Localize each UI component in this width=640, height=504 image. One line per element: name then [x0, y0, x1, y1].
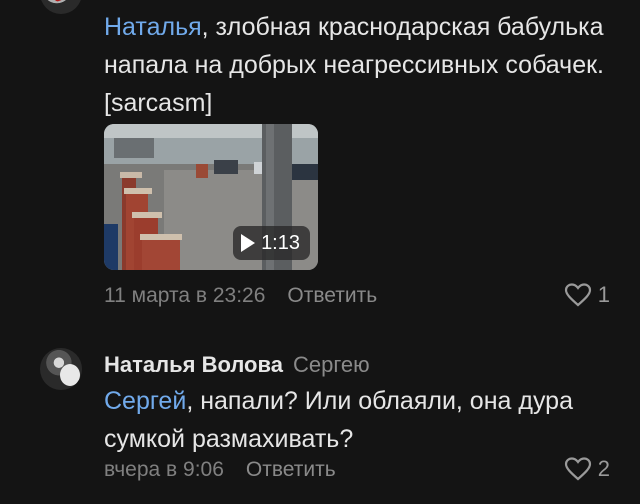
avatar[interactable] — [40, 348, 82, 390]
comment-header: Наталья Волова Сергею — [104, 352, 370, 378]
mention-link[interactable]: Сергей — [104, 387, 186, 415]
avatar[interactable] — [40, 0, 82, 14]
timestamp: 11 марта в 23:26 — [104, 284, 266, 307]
comment-text: Сергей, напали? Или облаяли, она дура су… — [104, 382, 624, 458]
reply-button[interactable]: Ответить — [287, 284, 377, 308]
like-count: 2 — [597, 456, 610, 481]
reply-to-link[interactable]: Сергею — [293, 352, 370, 378]
like-button[interactable]: 2 — [564, 456, 610, 482]
video-duration-badge: 1:13 — [233, 226, 310, 260]
comment-text: Наталья, злобная краснодарская бабулька … — [104, 8, 604, 122]
heart-outline-icon — [564, 283, 591, 307]
like-count: 1 — [597, 282, 610, 307]
video-thumbnail[interactable]: 1:13 — [104, 124, 318, 270]
play-icon — [241, 234, 256, 252]
like-button[interactable]: 1 — [564, 282, 610, 308]
heart-outline-icon — [564, 457, 591, 481]
author-name[interactable]: Наталья Волова — [104, 352, 283, 378]
comment-meta: вчера в 9:06 Ответить — [104, 458, 336, 482]
mention-link[interactable]: Наталья — [104, 13, 202, 41]
timestamp: вчера в 9:06 — [104, 458, 224, 481]
reply-button[interactable]: Ответить — [246, 458, 336, 482]
comment-meta: 11 марта в 23:26 Ответить — [104, 284, 377, 308]
video-duration: 1:13 — [261, 231, 300, 254]
